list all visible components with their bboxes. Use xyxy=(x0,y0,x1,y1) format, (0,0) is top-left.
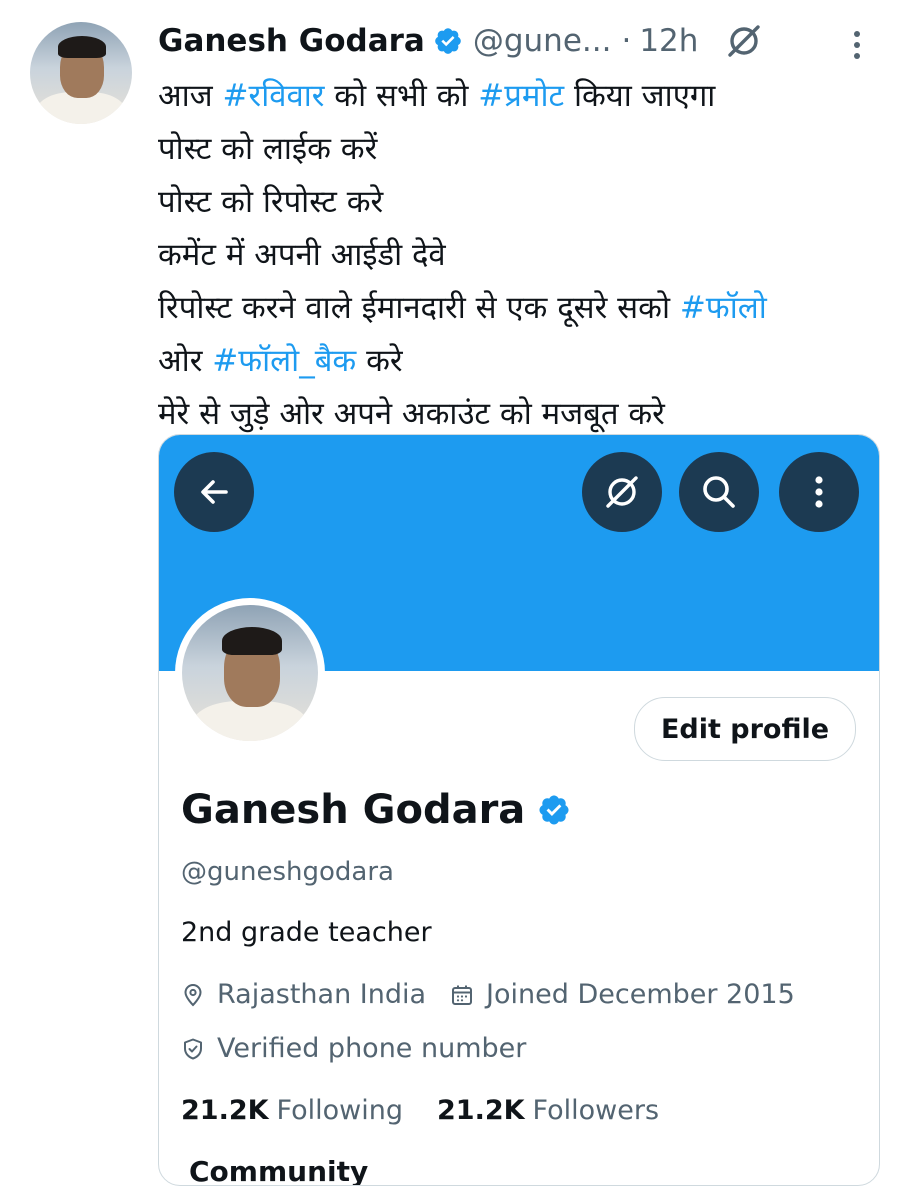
profile-name: Ganesh Godara xyxy=(181,787,571,833)
tweet-text-line: रिपोस्ट करने वाले ईमानदारी से एक दूसरे स… xyxy=(158,282,898,335)
edit-profile-button[interactable]: Edit profile xyxy=(634,697,856,761)
tweet-text-segment: पोस्ट को रिपोस्ट करे xyxy=(158,184,384,220)
followers-count: 21.2K xyxy=(437,1095,525,1126)
profile-verified-phone-row: Verified phone number xyxy=(181,1033,526,1064)
tweet-text-line: आज #रविवार को सभी को #प्रमोट किया जाएगा xyxy=(158,70,898,123)
hashtag-link[interactable]: #फॉलो_बैक xyxy=(212,343,356,379)
more-options-button[interactable] xyxy=(779,452,859,532)
tweet-author-avatar[interactable] xyxy=(30,22,132,124)
grok-icon xyxy=(606,476,638,508)
following-label: Following xyxy=(276,1095,403,1126)
profile-stats: 21.2K Following 21.2K Followers xyxy=(181,1095,693,1126)
profile-meta-row: Rajasthan India Joined December 2015 xyxy=(181,979,795,1010)
followers-label: Followers xyxy=(532,1095,660,1126)
following-count: 21.2K xyxy=(181,1095,269,1126)
tweet-text-line: कमेंट में अपनी आईडी देवे xyxy=(158,229,898,282)
following-link[interactable]: 21.2K Following xyxy=(181,1095,403,1126)
tweet-header: Ganesh Godara @gune... · 12h xyxy=(158,18,764,64)
tweet-text-segment: रिपोस्ट करने वाले ईमानदारी से एक दूसरे स… xyxy=(158,290,680,326)
more-vertical-icon xyxy=(815,476,823,508)
profile-avatar[interactable] xyxy=(175,598,325,748)
tweet-text-segment: आज xyxy=(158,78,223,114)
shield-check-icon xyxy=(184,1038,202,1059)
tweet-author-handle[interactable]: @gune... xyxy=(473,23,612,59)
tweet-timestamp[interactable]: 12h xyxy=(639,23,698,59)
grok-button[interactable] xyxy=(582,452,662,532)
followers-link[interactable]: 21.2K Followers xyxy=(437,1095,659,1126)
search-icon xyxy=(703,476,735,508)
profile-handle: @guneshgodara xyxy=(181,857,394,887)
hashtag-link[interactable]: #प्रमोट xyxy=(478,78,564,114)
profile-verified-phone: Verified phone number xyxy=(217,1033,527,1064)
tweet-text-segment: पोस्ट को लाईक करें xyxy=(158,131,378,167)
tweet-text-line: पोस्ट को लाईक करें xyxy=(158,123,898,176)
tweet-text: आज #रविवार को सभी को #प्रमोट किया जाएगा प… xyxy=(158,70,898,441)
grok-icon[interactable] xyxy=(724,21,764,61)
verified-badge-icon xyxy=(539,795,569,825)
tweet-text-line: पोस्ट को रिपोस्ट करे xyxy=(158,176,898,229)
back-arrow-icon xyxy=(201,480,228,504)
back-button[interactable] xyxy=(174,452,254,532)
profile-name-text: Ganesh Godara xyxy=(181,787,526,833)
profile-photo xyxy=(182,605,318,741)
search-button[interactable] xyxy=(679,452,759,532)
tweet-text-segment: कमेंट में अपनी आईडी देवे xyxy=(158,237,446,273)
profile-location: Rajasthan India xyxy=(217,979,427,1010)
tweet-text-segment: करे xyxy=(356,343,403,379)
hashtag-link[interactable]: #रविवार xyxy=(223,78,325,114)
tweet-text-segment: मेरे से जुड़े ओर अपने अकाउंट को मजबूत कर… xyxy=(158,396,665,432)
embedded-image-card[interactable]: Edit profile Ganesh Godara @guneshgodara… xyxy=(158,434,880,1186)
tweet-text-segment: किया जाएगा xyxy=(564,78,716,114)
location-pin-icon xyxy=(184,983,202,1006)
tweet-text-line: ओर #फॉलो_बैक करे xyxy=(158,335,898,388)
tweet-author-name[interactable]: Ganesh Godara xyxy=(158,23,425,59)
verified-badge-icon xyxy=(435,28,461,54)
community-tab-label[interactable]: Community xyxy=(189,1155,368,1185)
profile-joined-date: Joined December 2015 xyxy=(486,979,795,1010)
calendar-icon xyxy=(452,985,473,1005)
more-vertical-icon[interactable] xyxy=(850,28,864,62)
separator-dot: · xyxy=(621,23,632,59)
tweet-text-segment: ओर xyxy=(158,343,213,379)
tweet-text-segment: को सभी को xyxy=(324,78,479,114)
hashtag-link[interactable]: #फॉलो xyxy=(680,290,767,326)
profile-bio: 2nd grade teacher xyxy=(181,917,432,948)
